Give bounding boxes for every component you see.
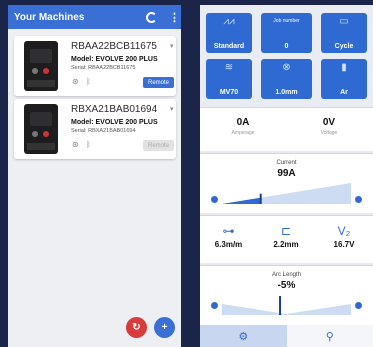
current-value: 99A <box>277 168 296 179</box>
amperage-label: Amperage <box>231 130 255 136</box>
chevron-down-icon[interactable]: ▾ <box>170 42 174 50</box>
output-voltage[interactable]: V₂ 16.7V <box>315 224 373 249</box>
remote-button[interactable]: Remote <box>143 77 174 88</box>
tile-label: Cycle <box>334 43 354 50</box>
cycle-icon: ▭ <box>339 16 349 27</box>
arc-length-slider[interactable] <box>222 294 351 316</box>
current-slider[interactable] <box>222 183 351 205</box>
process-tile[interactable]: ≋ MV70 <box>206 59 252 99</box>
tile-label: Ar <box>340 89 348 96</box>
tab-settings[interactable]: ⚙ <box>200 325 287 347</box>
machine-card[interactable]: RBXA21BAB01694 ▾ Model: EVOLVE 200 PLUS … <box>14 99 176 159</box>
gas-tile[interactable]: ▮ Ar <box>321 59 367 99</box>
waveform-mode-tile[interactable]: ⩘⩘ Standard <box>206 13 252 53</box>
cycle-tile[interactable]: ▭ Cycle <box>321 13 367 53</box>
wire-diameter-value: 2.2mm <box>273 240 299 249</box>
waveform-icon: ⩘⩘ <box>223 16 235 27</box>
remote-button[interactable]: Remote <box>143 140 174 151</box>
wifi-icon: ⊛ <box>72 77 79 86</box>
wire-feed-value: 6.3m/m <box>214 240 243 249</box>
tile-label: 1.0mm <box>275 89 298 96</box>
machine-model: Model: EVOLVE 200 PLUS <box>71 56 158 63</box>
increase-arc-button[interactable] <box>355 302 362 309</box>
settings-icon: ⚙ <box>238 330 249 343</box>
welder-image <box>24 104 58 154</box>
bottom-navigation: ⚙ ⚲ <box>200 325 373 347</box>
arc-length-title: Arc Length <box>271 272 302 278</box>
more-vert-icon[interactable]: ⋮ <box>169 11 180 24</box>
machine-serial-line: Serial: RBAA22BCB11675 <box>71 65 136 71</box>
machine-serial-title: RBXA21BAB01694 <box>71 104 158 115</box>
current-fill <box>222 197 261 204</box>
gas-icon: ▮ <box>341 62 347 73</box>
add-machine-fab-button[interactable]: + <box>154 317 175 338</box>
current-title: Current <box>276 160 297 166</box>
voltage-label: Voltage <box>320 130 338 136</box>
current-panel: Current 99A <box>200 153 373 213</box>
tab-machine-info[interactable]: ⚲ <box>286 325 373 347</box>
welder-image <box>24 41 58 91</box>
machines-screen: Your Machines ⋮ RBAA22BCB11675 ▾ Model: … <box>8 5 181 347</box>
output-voltage-value: 16.7V <box>333 240 355 249</box>
arc-length-panel: Arc Length -5% <box>200 265 373 325</box>
voltage-icon: V₂ <box>337 224 351 238</box>
wire-diameter[interactable]: ⊏ 2.2mm <box>257 224 315 249</box>
tile-caption: Job number <box>273 18 300 24</box>
tile-label: 0 <box>284 43 289 50</box>
app-bar: Your Machines ⋮ <box>8 5 181 29</box>
refresh-fab-button[interactable]: ↻ <box>126 317 147 338</box>
readout-panel: 0A Amperage 0V Voltage <box>200 107 373 151</box>
voltage-readout: 0V Voltage <box>286 117 372 136</box>
machine-info-icon: ⚲ <box>325 330 334 343</box>
process-icon: ≋ <box>224 62 234 73</box>
decrease-current-button[interactable] <box>211 196 218 203</box>
tile-label: MV70 <box>219 89 239 96</box>
wire-icon: ⊗ <box>282 62 291 73</box>
tile-label: Standard <box>213 43 245 50</box>
bluetooth-icon: ᛒ <box>86 77 91 86</box>
machine-card[interactable]: RBAA22BCB11675 ▾ Model: EVOLVE 200 PLUS … <box>14 36 176 96</box>
voltage-value: 0V <box>322 117 336 128</box>
decrease-arc-button[interactable] <box>211 302 218 309</box>
machine-model: Model: EVOLVE 200 PLUS <box>71 119 158 126</box>
wifi-icon: ⊛ <box>72 140 79 149</box>
wire-diameter-icon: ⊏ <box>280 224 292 238</box>
params-panel: ⊶ 6.3m/m ⊏ 2.2mm V₂ 16.7V <box>200 215 373 263</box>
arc-ramp <box>222 304 351 315</box>
wire-size-tile[interactable]: ⊗ 1.0mm <box>261 59 312 99</box>
job-number-tile[interactable]: Job number 0 <box>261 13 312 53</box>
arc-length-value: -5% <box>277 280 296 291</box>
amperage-value: 0A <box>236 117 250 128</box>
machine-serial-title: RBAA22BCB11675 <box>71 41 157 52</box>
app-title: Your Machines <box>14 11 85 23</box>
amperage-readout: 0A Amperage <box>200 117 286 136</box>
chevron-down-icon[interactable]: ▾ <box>170 105 174 113</box>
welding-control-screen: ⩘⩘ Standard Job number 0 ▭ Cycle ≋ MV70 … <box>200 5 373 347</box>
machine-serial-line: Serial: RBXA21BAB01694 <box>71 128 136 134</box>
refresh-spinner-icon[interactable] <box>146 11 157 23</box>
wire-feed-icon: ⊶ <box>222 224 235 238</box>
bluetooth-icon: ᛒ <box>86 140 91 149</box>
increase-current-button[interactable] <box>355 196 362 203</box>
wire-feed-speed[interactable]: ⊶ 6.3m/m <box>200 224 257 249</box>
